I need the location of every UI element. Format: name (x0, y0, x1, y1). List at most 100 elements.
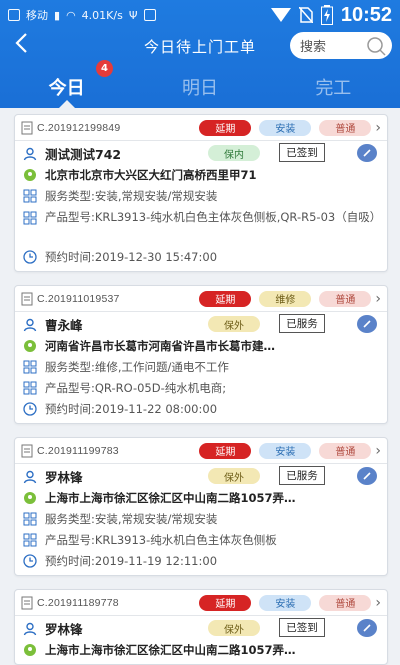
status-bar: 移动 ▮ ◠ 4.01K/s Ψ 10:52 (0, 0, 400, 30)
status-badge: 延期 (199, 119, 252, 136)
edit-icon[interactable] (357, 144, 377, 162)
customer-name: 测试测试742 (45, 147, 122, 162)
customer-name: 罗林锋 (45, 622, 83, 637)
order-card-header: C.201911019537 延期 维修 普通 › (15, 286, 387, 312)
person-icon (23, 147, 37, 161)
status-badge: 延期 (199, 594, 252, 611)
usb-icon: Ψ (128, 8, 138, 22)
sign-status-badge: 已服务 (279, 314, 325, 333)
location-icon (23, 339, 37, 353)
address-text: 上海市上海市徐汇区徐汇区中山南二路1057弄… (45, 490, 296, 505)
person-icon (23, 622, 37, 636)
person-icon (23, 318, 37, 332)
grid-icon (23, 211, 37, 225)
tab-today[interactable]: 今日 4 (0, 60, 133, 108)
app-icon (143, 9, 156, 21)
chevron-right-icon[interactable]: › (375, 120, 381, 136)
search-input[interactable]: 搜索 (290, 32, 392, 59)
sign-status-badge: 已签到 (279, 618, 325, 637)
order-number: C.201911199783 (37, 444, 119, 457)
type-badge: 安装 (259, 594, 312, 611)
document-icon (21, 292, 33, 305)
tab-label: 明日 (181, 78, 218, 99)
chevron-right-icon[interactable]: › (375, 291, 381, 307)
grid-icon (23, 189, 37, 203)
appointment-time: 预约时间:2019-11-19 12:11:00 (45, 553, 218, 568)
appointment-time: 预约时间:2019-11-22 08:00:00 (45, 401, 218, 416)
sign-status-badge: 已服务 (279, 466, 325, 485)
wifi-icon: ◠ (66, 8, 76, 22)
order-number: C.201912199849 (37, 121, 121, 134)
type-badge: 维修 (259, 290, 312, 307)
app-notification-icon (8, 9, 20, 21)
clock-icon (23, 553, 37, 568)
title-bar: 今日待上门工单 搜索 (0, 30, 400, 62)
order-card[interactable]: C.201911199783 延期 安装 普通 › 罗林锋 保外 已服务 上海市… (14, 437, 388, 576)
warranty-badge: 保内 (208, 145, 260, 161)
priority-badge: 普通 (319, 290, 372, 307)
clock-icon (23, 249, 37, 264)
product-model: 产品型号:KRL3913-纯水机白色主体灰色侧板 (45, 532, 277, 547)
warranty-badge: 保外 (208, 620, 260, 636)
location-icon (23, 168, 37, 182)
search-placeholder: 搜索 (300, 40, 327, 55)
tab-badge: 4 (96, 60, 113, 77)
product-model: 产品型号:KRL3913-纯水机白色主体灰色侧板,QR-R5-03（自吸） (45, 210, 382, 224)
warranty-badge: 保外 (208, 468, 260, 484)
service-type: 服务类型:安装,常规安装/常规安装 (45, 188, 218, 203)
order-card-header: C.201911189778 延期 安装 普通 › (15, 590, 387, 616)
customer-name: 罗林锋 (45, 470, 83, 485)
document-icon (21, 444, 33, 457)
order-number: C.201911189778 (37, 596, 119, 609)
search-icon (367, 36, 386, 56)
grid-icon (23, 381, 37, 395)
edit-icon[interactable] (357, 467, 377, 485)
grid-icon (23, 512, 37, 526)
status-badge: 延期 (199, 290, 252, 307)
document-icon (21, 121, 33, 134)
clock-icon (23, 401, 37, 416)
carrier-label: 移动 (26, 9, 48, 22)
tab-bar: 今日 4 明日 完工 (0, 60, 400, 108)
type-badge: 安装 (259, 442, 312, 459)
customer-name: 曹永峰 (45, 318, 83, 333)
chevron-right-icon[interactable]: › (375, 443, 381, 459)
appointment-time: 预约时间:2019-12-30 15:47:00 (45, 249, 218, 264)
signal-icon: ▮ (54, 8, 61, 22)
address-text: 河南省许昌市长葛市河南省许昌市长葛市建… (45, 338, 275, 353)
net-speed: 4.01K/s (81, 8, 123, 22)
product-model: 产品型号:QR-RO-05D-纯水机电商; (45, 380, 227, 395)
sign-status-badge: 已签到 (279, 143, 325, 162)
chevron-right-icon[interactable]: › (375, 595, 381, 611)
edit-icon[interactable] (357, 315, 377, 333)
order-list: C.201912199849 延期 安装 普通 › 测试测试742 保内 已签到… (0, 108, 400, 665)
tab-tomorrow[interactable]: 明日 (133, 66, 266, 108)
status-badge: 延期 (199, 442, 252, 459)
priority-badge: 普通 (319, 442, 372, 459)
no-sim-icon (298, 7, 313, 23)
battery-icon (320, 5, 333, 25)
edit-icon[interactable] (357, 619, 377, 637)
type-badge: 安装 (259, 119, 312, 136)
service-type: 服务类型:安装,常规安装/常规安装 (45, 511, 218, 526)
tab-label: 今日 (48, 78, 85, 99)
location-icon (23, 491, 37, 505)
order-card[interactable]: C.201911189778 延期 安装 普通 › 罗林锋 保外 已签到 上海市… (14, 589, 388, 665)
address-text: 北京市北京市大兴区大红门高桥西里甲71 (45, 167, 257, 182)
order-number: C.201911019537 (37, 292, 120, 305)
tab-completed[interactable]: 完工 (267, 66, 400, 108)
warranty-badge: 保外 (208, 316, 260, 332)
order-card[interactable]: C.201912199849 延期 安装 普通 › 测试测试742 保内 已签到… (14, 114, 388, 272)
app-header: 移动 ▮ ◠ 4.01K/s Ψ 10:52 今日待上门工单 搜索 今日 4 明… (0, 0, 400, 108)
document-icon (21, 596, 33, 609)
order-card-header: C.201912199849 延期 安装 普通 › (15, 115, 387, 141)
grid-icon (23, 533, 37, 547)
clock: 10:52 (340, 3, 392, 26)
order-card[interactable]: C.201911019537 延期 维修 普通 › 曹永峰 保外 已服务 河南省… (14, 285, 388, 424)
service-type: 服务类型:维修,工作问题/通电不工作 (45, 359, 229, 374)
person-icon (23, 470, 37, 484)
order-card-header: C.201911199783 延期 安装 普通 › (15, 438, 387, 464)
wifi-strength-icon (270, 8, 291, 22)
priority-badge: 普通 (319, 119, 372, 136)
tab-label: 完工 (315, 78, 352, 99)
